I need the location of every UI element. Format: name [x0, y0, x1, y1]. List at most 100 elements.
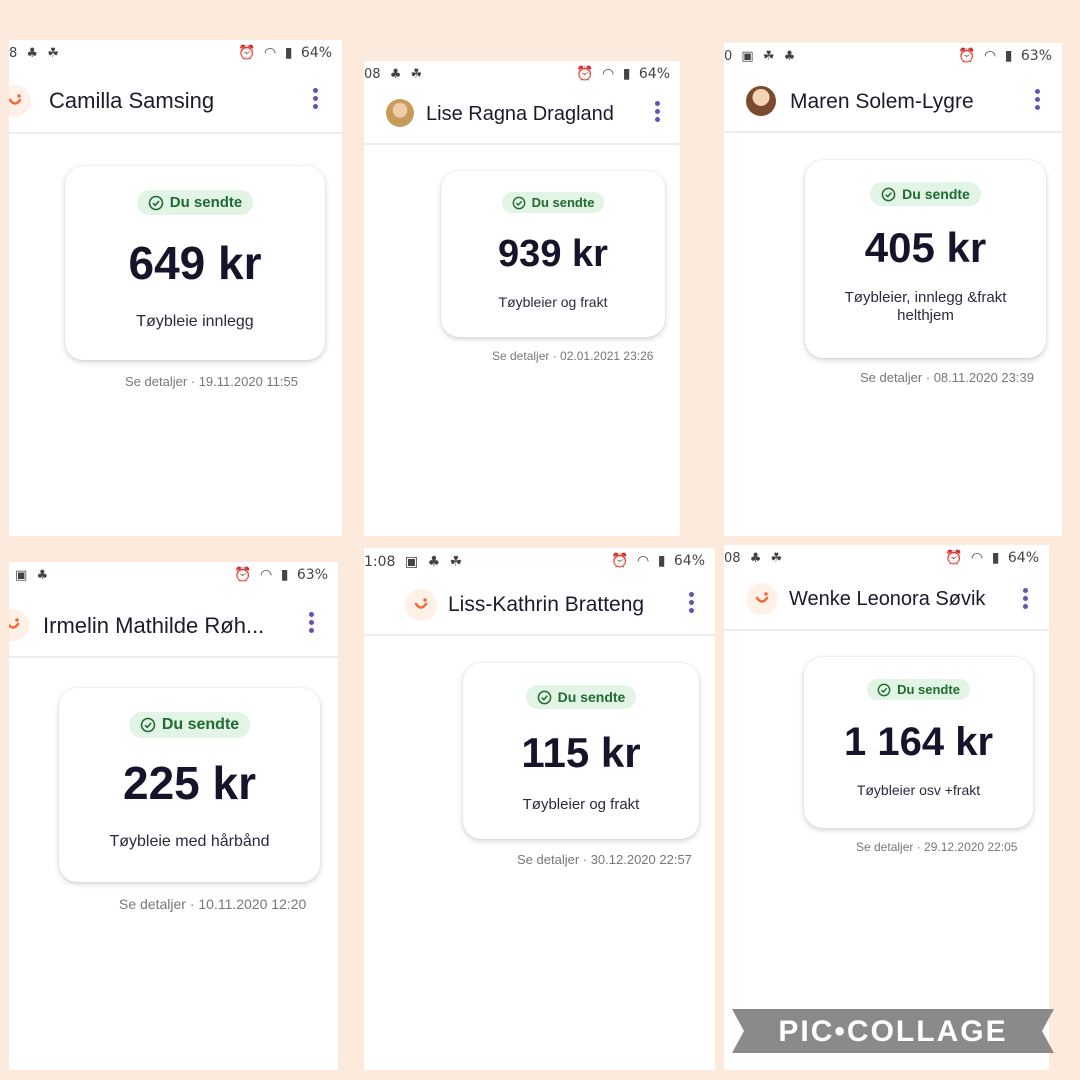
amount: 649 kr: [128, 236, 262, 289]
more-options-icon[interactable]: [655, 101, 661, 125]
alarm-icon: ⏰: [945, 550, 963, 566]
snapchat-icon: ♣: [26, 46, 39, 61]
more-options-icon[interactable]: [689, 592, 695, 616]
check-circle-icon: [512, 196, 525, 209]
notification-icon: ☘: [47, 46, 59, 61]
conversation-header: Liss-Kathrin Bratteng: [364, 574, 715, 636]
wifi-icon: ◠: [602, 66, 615, 82]
notification-icon: ☘: [410, 67, 423, 82]
contact-name[interactable]: Lise Ragna Dragland: [426, 103, 614, 126]
profile-photo-icon: [386, 99, 414, 127]
signal-icon: ▮: [622, 66, 631, 82]
gallery-icon: ▣: [741, 49, 754, 64]
amount: 115 kr: [521, 728, 641, 776]
amount: 939 kr: [498, 232, 608, 275]
badge-label: Du sendte: [902, 186, 970, 202]
payment-card[interactable]: Du sendte 115 kr Tøybleier og frakt: [463, 663, 699, 839]
sent-badge: Du sendte: [525, 685, 637, 709]
payment-description: Tøybleier osv +frakt: [856, 781, 981, 798]
amount: 405 kr: [864, 223, 987, 271]
wifi-icon: ◠: [984, 48, 997, 64]
contact-name[interactable]: Irmelin Mathilde Røh...: [43, 613, 264, 639]
notification-icon: ☘: [449, 554, 463, 570]
payment-card[interactable]: Du sendte 649 kr Tøybleie innlegg: [65, 166, 325, 360]
sent-badge: Du sendte: [501, 192, 605, 213]
notification-icon: ☘: [762, 49, 775, 64]
screenshot-panel-2: 08 ♣ ☘ ⏰ ◠ ▮ 64% Lise Ragna Dragland Du …: [364, 61, 680, 536]
check-circle-icon: [140, 717, 156, 733]
battery-percent: 64%: [638, 66, 670, 82]
gallery-icon: ▣: [404, 554, 419, 570]
alarm-icon: ⏰: [238, 45, 256, 61]
battery-percent: 64%: [300, 45, 332, 61]
more-options-icon[interactable]: [313, 88, 319, 112]
payment-description: Tøybleie med hårbånd: [109, 833, 270, 850]
more-options-icon[interactable]: [1023, 588, 1029, 612]
check-circle-icon: [877, 683, 891, 696]
contact-name[interactable]: Wenke Leonora Søvik: [789, 588, 985, 611]
details-link[interactable]: Se detaljer · 02.01.2021 23:26: [492, 349, 653, 363]
status-time: 1:08: [364, 554, 396, 570]
check-circle-icon: [537, 690, 551, 704]
amount: 1 164 kr: [843, 719, 994, 764]
sent-badge: Du sendte: [870, 182, 981, 206]
contact-name[interactable]: Camilla Samsing: [49, 88, 214, 114]
contact-name[interactable]: Liss-Kathrin Bratteng: [448, 593, 644, 617]
status-bar: 8 ♣ ☘ ⏰ ◠ ▮ 64%: [9, 40, 342, 70]
conversation-header: Lise Ragna Dragland: [364, 83, 680, 145]
notification-icon: ☘: [770, 551, 783, 566]
amount: 225 kr: [122, 757, 256, 809]
payment-card[interactable]: Du sendte 225 kr Tøybleie med hårbånd: [59, 688, 320, 882]
wifi-icon: ◠: [260, 567, 273, 583]
sent-badge: Du sendte: [128, 712, 251, 738]
more-options-icon[interactable]: [309, 612, 315, 636]
conversation-header: Maren Solem-Lygre: [724, 71, 1062, 133]
sent-badge: Du sendte: [136, 190, 254, 215]
battery-percent: 64%: [673, 553, 705, 569]
payment-description: Tøybleier, innlegg &frakt helthjem: [844, 288, 1007, 324]
more-options-icon[interactable]: [1035, 89, 1041, 113]
signal-icon: ▮: [1004, 48, 1013, 64]
sent-badge: Du sendte: [867, 679, 970, 700]
badge-label: Du sendte: [161, 716, 240, 733]
contact-name[interactable]: Maren Solem-Lygre: [790, 90, 974, 114]
wifi-icon: ◠: [264, 45, 277, 61]
signal-icon: ▮: [657, 553, 666, 569]
alarm-icon: ⏰: [958, 48, 976, 64]
payment-card[interactable]: Du sendte 1 164 kr Tøybleier osv +frakt: [804, 657, 1033, 828]
profile-photo-icon: [746, 86, 776, 116]
payment-card[interactable]: Du sendte 405 kr Tøybleier, innlegg &fra…: [805, 160, 1046, 358]
signal-icon: ▮: [991, 550, 1000, 566]
payment-description: Tøybleier og frakt: [498, 293, 608, 310]
details-link[interactable]: Se detaljer · 30.12.2020 22:57: [517, 852, 692, 867]
app-logo-icon: [405, 589, 437, 621]
screenshot-panel-5: 1:08 ▣ ♣ ☘ ⏰ ◠ ▮ 64% Liss-Kathrin Bratte…: [364, 548, 715, 1070]
snapchat-icon: ♣: [427, 554, 441, 570]
screenshot-panel-4: ▣ ♣ ⏰ ◠ ▮ 63% Irmelin Mathilde Røh... Du…: [9, 562, 338, 1070]
app-logo-icon: [746, 583, 778, 615]
watermark-text: PIC•COLLAGE: [778, 1015, 1008, 1048]
battery-percent: 64%: [1007, 550, 1039, 566]
status-time: 0: [724, 49, 733, 64]
wifi-icon: ◠: [637, 553, 650, 569]
details-link[interactable]: Se detaljer · 10.11.2020 12:20: [119, 896, 306, 912]
badge-label: Du sendte: [531, 195, 595, 210]
payment-card[interactable]: Du sendte 939 kr Tøybleier og frakt: [441, 171, 665, 337]
status-bar: 0 ▣ ☘ ♣ ⏰ ◠ ▮ 63%: [724, 43, 1062, 73]
snapchat-icon: ♣: [749, 551, 762, 566]
details-link[interactable]: Se detaljer · 08.11.2020 23:39: [860, 370, 1034, 385]
battery-percent: 63%: [296, 567, 328, 583]
status-time: 08: [364, 67, 381, 82]
status-bar: ▣ ♣ ⏰ ◠ ▮ 63%: [9, 562, 338, 592]
wifi-icon: ◠: [971, 550, 984, 566]
details-link[interactable]: Se detaljer · 29.12.2020 22:05: [856, 840, 1017, 854]
battery-percent: 63%: [1020, 48, 1052, 64]
check-circle-icon: [148, 195, 164, 210]
signal-icon: ▮: [280, 567, 289, 583]
conversation-header: Irmelin Mathilde Røh...: [9, 594, 338, 658]
badge-label: Du sendte: [557, 689, 626, 705]
snapchat-icon: ♣: [389, 67, 402, 82]
pic-collage-watermark: PIC•COLLAGE: [732, 1009, 1054, 1053]
details-link[interactable]: Se detaljer · 19.11.2020 11:55: [125, 374, 298, 389]
payment-description: Tøybleie innlegg: [136, 312, 254, 330]
